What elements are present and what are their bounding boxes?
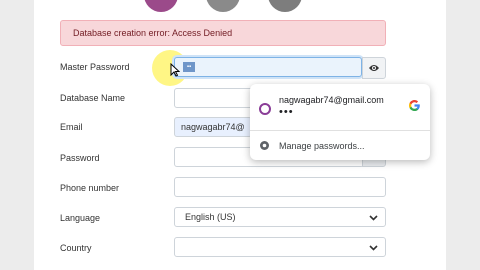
chevron-down-icon	[369, 215, 378, 221]
manage-passwords-item[interactable]: Manage passwords...	[250, 131, 430, 160]
phone-label: Phone number	[60, 183, 120, 193]
password-autofill-popup: nagwagabr74@gmail.com ••• Manage passwor…	[250, 84, 430, 160]
mouse-pointer-icon	[170, 63, 180, 77]
chevron-down-icon	[369, 245, 378, 251]
show-password-button[interactable]	[362, 57, 386, 79]
master-password-input[interactable]: ▪▪	[174, 57, 362, 77]
key-icon	[260, 141, 269, 150]
language-selected-value: English (US)	[185, 212, 236, 222]
saved-account-item[interactable]: nagwagabr74@gmail.com •••	[250, 84, 430, 130]
error-alert: Database creation error: Access Denied	[60, 20, 386, 46]
eye-icon	[369, 65, 379, 71]
email-input[interactable]: nagwagabr74@	[174, 117, 252, 137]
country-label: Country	[60, 243, 92, 253]
country-select[interactable]	[174, 237, 386, 257]
saved-account-email: nagwagabr74@gmail.com	[279, 95, 384, 105]
phone-input[interactable]	[174, 177, 386, 197]
language-label: Language	[60, 213, 101, 223]
google-logo-icon	[409, 100, 420, 111]
password-label: Password	[60, 153, 100, 163]
database-name-label: Database Name	[60, 93, 126, 103]
email-label: Email	[60, 122, 83, 132]
manage-passwords-label: Manage passwords...	[279, 141, 365, 151]
master-password-label: Master Password	[60, 62, 130, 72]
language-select[interactable]: English (US)	[174, 207, 386, 227]
saved-password-mask: •••	[279, 106, 294, 118]
selected-text-marker: ▪▪	[183, 62, 195, 72]
account-ring-icon	[259, 103, 271, 115]
